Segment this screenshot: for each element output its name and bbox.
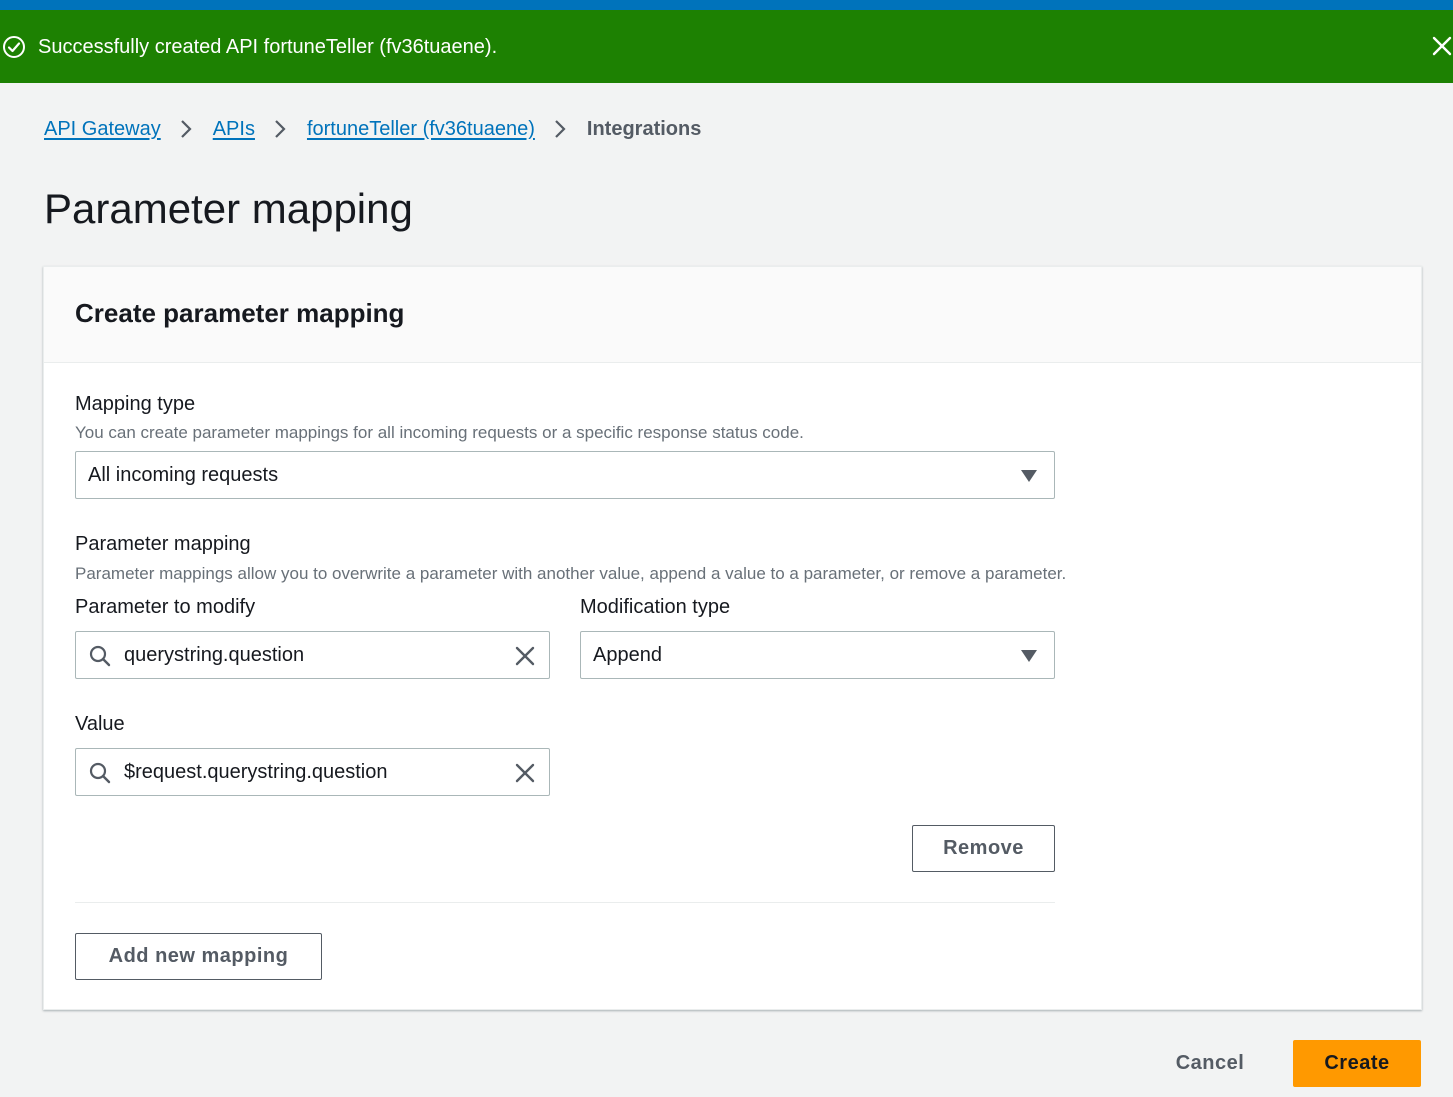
create-mapping-panel: Create parameter mapping Mapping type Yo…: [43, 266, 1422, 1010]
chevron-right-icon: [275, 120, 286, 138]
search-icon: [89, 645, 111, 667]
clear-icon[interactable]: [513, 761, 537, 785]
section-divider: [75, 902, 1055, 903]
parameter-to-modify-label: Parameter to modify: [75, 596, 256, 618]
breadcrumb: API Gateway APIs fortuneTeller (fv36tuae…: [44, 114, 701, 144]
cancel-button[interactable]: Cancel: [1160, 1040, 1260, 1087]
breadcrumb-link-api[interactable]: fortuneTeller (fv36tuaene): [307, 118, 535, 141]
parameter-to-modify-input[interactable]: querystring.question: [75, 631, 550, 679]
modification-type-label: Modification type: [580, 596, 731, 618]
modification-type-value: Append: [593, 644, 662, 666]
add-new-mapping-button[interactable]: Add new mapping: [75, 933, 322, 980]
parameter-to-modify-value: querystring.question: [124, 644, 305, 666]
mapping-type-select[interactable]: All incoming requests: [75, 451, 1055, 499]
breadcrumb-link-apis[interactable]: APIs: [213, 118, 255, 141]
remove-button[interactable]: Remove: [912, 825, 1055, 872]
close-icon[interactable]: [1430, 34, 1453, 58]
modification-type-select[interactable]: Append: [580, 631, 1055, 679]
chevron-right-icon: [555, 120, 566, 138]
mapping-type-label: Mapping type: [75, 393, 196, 415]
value-label: Value: [75, 713, 125, 735]
value-input-value: $request.querystring.question: [124, 761, 388, 783]
flash-message: Successfully created API fortuneTeller (…: [38, 36, 498, 58]
value-input[interactable]: $request.querystring.question: [75, 748, 550, 796]
mapping-type-description: You can create parameter mappings for al…: [75, 423, 804, 442]
search-icon: [89, 762, 111, 784]
caret-down-icon: [1021, 650, 1037, 662]
caret-down-icon: [1021, 470, 1037, 482]
top-accent-bar: [0, 0, 1453, 10]
mapping-type-value: All incoming requests: [88, 464, 279, 486]
page-title: Parameter mapping: [44, 185, 413, 232]
breadcrumb-current: Integrations: [586, 117, 702, 140]
panel-title: Create parameter mapping: [75, 298, 405, 328]
check-circle-icon: [3, 36, 25, 58]
success-flash-banner: Successfully created API fortuneTeller (…: [0, 10, 1453, 83]
clear-icon[interactable]: [513, 644, 537, 668]
panel-header: Create parameter mapping: [44, 267, 1421, 363]
chevron-right-icon: [180, 120, 192, 138]
breadcrumb-link-api-gateway[interactable]: API Gateway: [44, 118, 161, 141]
parameter-mapping-label: Parameter mapping: [75, 533, 251, 555]
parameter-mapping-description: Parameter mappings allow you to overwrit…: [75, 564, 1067, 583]
create-button[interactable]: Create: [1293, 1040, 1421, 1087]
